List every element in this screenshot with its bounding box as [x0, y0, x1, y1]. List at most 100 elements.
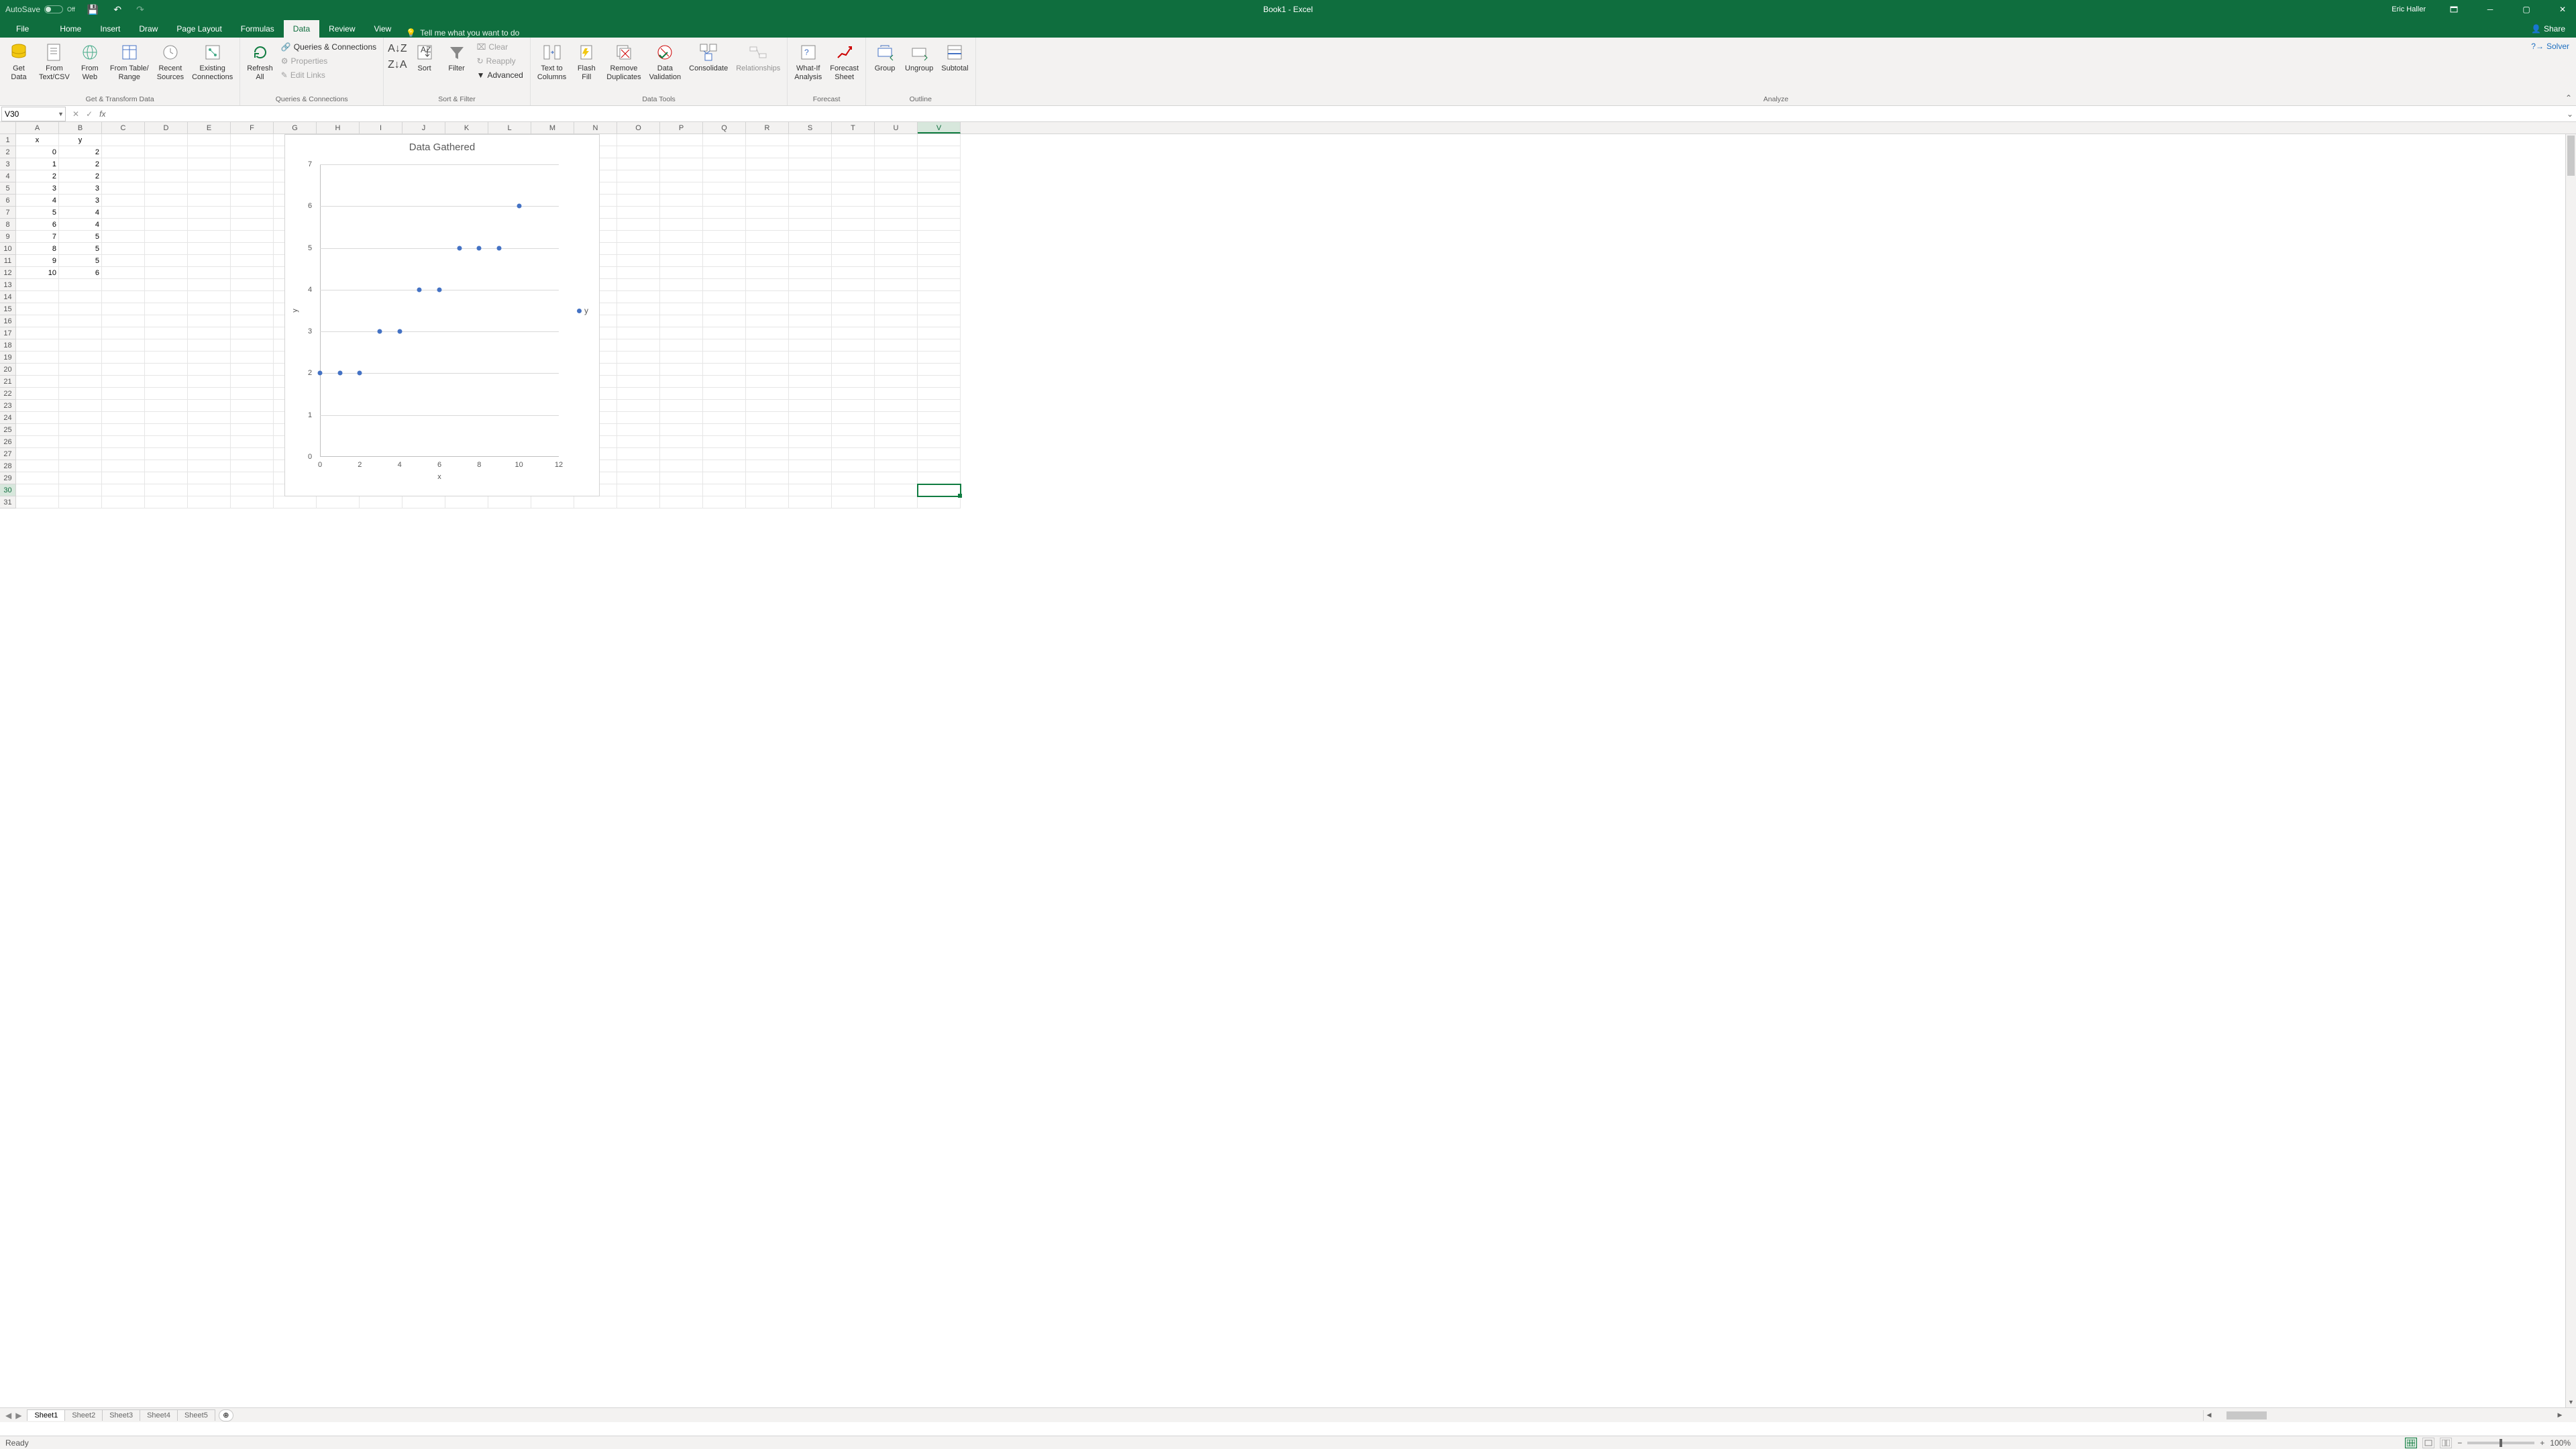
cell-T7[interactable] — [832, 207, 875, 219]
cell-B29[interactable] — [59, 472, 102, 484]
cell-V1[interactable] — [918, 134, 961, 146]
cell-O7[interactable] — [617, 207, 660, 219]
cell-C27[interactable] — [102, 448, 145, 460]
cell-T28[interactable] — [832, 460, 875, 472]
cell-U18[interactable] — [875, 339, 918, 352]
cell-Q15[interactable] — [703, 303, 746, 315]
tab-review[interactable]: Review — [319, 20, 364, 38]
cell-E23[interactable] — [188, 400, 231, 412]
from-table-button[interactable]: From Table/ Range — [107, 40, 152, 83]
cell-C10[interactable] — [102, 243, 145, 255]
cell-P7[interactable] — [660, 207, 703, 219]
cell-B3[interactable]: 2 — [59, 158, 102, 170]
row-header-15[interactable]: 15 — [0, 303, 16, 315]
cell-D4[interactable] — [145, 170, 188, 182]
fx-icon[interactable]: fx — [99, 109, 105, 119]
y-axis-label[interactable]: y — [291, 309, 299, 313]
cell-T17[interactable] — [832, 327, 875, 339]
data-point[interactable] — [397, 329, 402, 334]
cell-C5[interactable] — [102, 182, 145, 195]
row-header-27[interactable]: 27 — [0, 448, 16, 460]
cell-S1[interactable] — [789, 134, 832, 146]
cell-B9[interactable]: 5 — [59, 231, 102, 243]
cell-C13[interactable] — [102, 279, 145, 291]
cell-O22[interactable] — [617, 388, 660, 400]
cell-U8[interactable] — [875, 219, 918, 231]
cell-E12[interactable] — [188, 267, 231, 279]
cell-E19[interactable] — [188, 352, 231, 364]
cell-R6[interactable] — [746, 195, 789, 207]
cell-B18[interactable] — [59, 339, 102, 352]
data-point[interactable] — [517, 204, 521, 209]
cell-A13[interactable] — [16, 279, 59, 291]
cell-A17[interactable] — [16, 327, 59, 339]
cell-E6[interactable] — [188, 195, 231, 207]
row-header-30[interactable]: 30 — [0, 484, 16, 496]
cell-C2[interactable] — [102, 146, 145, 158]
cell-U15[interactable] — [875, 303, 918, 315]
cell-Q10[interactable] — [703, 243, 746, 255]
cell-D19[interactable] — [145, 352, 188, 364]
cell-Q12[interactable] — [703, 267, 746, 279]
cell-O6[interactable] — [617, 195, 660, 207]
cell-D30[interactable] — [145, 484, 188, 496]
cell-P4[interactable] — [660, 170, 703, 182]
cell-Q4[interactable] — [703, 170, 746, 182]
row-header-1[interactable]: 1 — [0, 134, 16, 146]
cell-F27[interactable] — [231, 448, 274, 460]
column-header-G[interactable]: G — [274, 122, 317, 133]
cell-S14[interactable] — [789, 291, 832, 303]
column-header-N[interactable]: N — [574, 122, 617, 133]
cell-D1[interactable] — [145, 134, 188, 146]
cell-T26[interactable] — [832, 436, 875, 448]
cell-V31[interactable] — [918, 496, 961, 508]
cell-T24[interactable] — [832, 412, 875, 424]
row-header-24[interactable]: 24 — [0, 412, 16, 424]
cell-Q19[interactable] — [703, 352, 746, 364]
cell-U10[interactable] — [875, 243, 918, 255]
cell-E13[interactable] — [188, 279, 231, 291]
cell-R4[interactable] — [746, 170, 789, 182]
cell-T11[interactable] — [832, 255, 875, 267]
cell-Q18[interactable] — [703, 339, 746, 352]
column-header-L[interactable]: L — [488, 122, 531, 133]
cell-T3[interactable] — [832, 158, 875, 170]
cell-F13[interactable] — [231, 279, 274, 291]
share-button[interactable]: 👤 Share — [2527, 20, 2569, 38]
cell-E11[interactable] — [188, 255, 231, 267]
cell-B11[interactable]: 5 — [59, 255, 102, 267]
vscroll-thumb[interactable] — [2567, 136, 2575, 176]
row-header-25[interactable]: 25 — [0, 424, 16, 436]
cell-U11[interactable] — [875, 255, 918, 267]
cell-A27[interactable] — [16, 448, 59, 460]
cell-S12[interactable] — [789, 267, 832, 279]
subtotal-button[interactable]: Subtotal — [938, 40, 971, 74]
cell-V12[interactable] — [918, 267, 961, 279]
cell-P9[interactable] — [660, 231, 703, 243]
cell-P13[interactable] — [660, 279, 703, 291]
cell-C19[interactable] — [102, 352, 145, 364]
cell-V17[interactable] — [918, 327, 961, 339]
cell-D16[interactable] — [145, 315, 188, 327]
cell-D25[interactable] — [145, 424, 188, 436]
cell-A3[interactable]: 1 — [16, 158, 59, 170]
save-icon[interactable]: 💾 — [87, 4, 99, 15]
cell-A4[interactable]: 2 — [16, 170, 59, 182]
cell-P20[interactable] — [660, 364, 703, 376]
cell-A28[interactable] — [16, 460, 59, 472]
cell-U30[interactable] — [875, 484, 918, 496]
whatif-button[interactable]: ?What-If Analysis — [792, 40, 824, 83]
cell-S15[interactable] — [789, 303, 832, 315]
cell-S22[interactable] — [789, 388, 832, 400]
get-data-button[interactable]: Get Data — [4, 40, 34, 83]
cell-P6[interactable] — [660, 195, 703, 207]
cell-P16[interactable] — [660, 315, 703, 327]
cell-S4[interactable] — [789, 170, 832, 182]
cell-R12[interactable] — [746, 267, 789, 279]
cell-C12[interactable] — [102, 267, 145, 279]
cell-Q26[interactable] — [703, 436, 746, 448]
sheet-tab-sheet1[interactable]: Sheet1 — [27, 1409, 65, 1421]
cell-R26[interactable] — [746, 436, 789, 448]
cell-U27[interactable] — [875, 448, 918, 460]
ribbon-display-icon[interactable] — [2440, 0, 2467, 19]
